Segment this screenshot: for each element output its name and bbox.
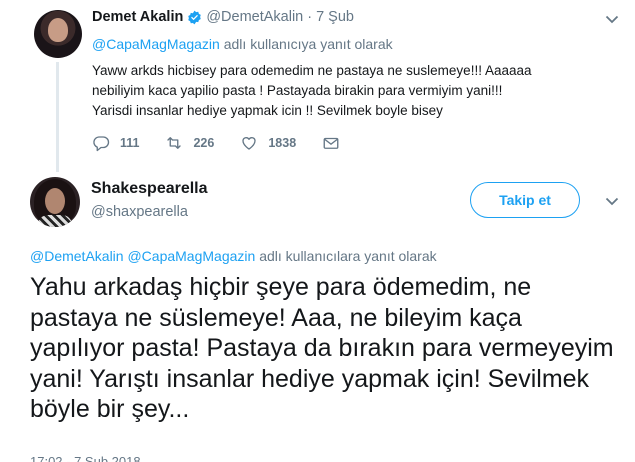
direct-message-icon	[323, 137, 339, 149]
avatar[interactable]	[34, 10, 82, 58]
reply-context-text: adlı kullanıcılara yanıt olarak	[255, 248, 437, 264]
separator-dot: ·	[307, 9, 313, 25]
retweet-button[interactable]: 226	[165, 134, 214, 152]
reply-button[interactable]: 111	[92, 134, 139, 152]
reply-mention-link[interactable]: @CapaMagMagazin	[127, 248, 255, 264]
tweet-text: Yaww arkds hicbisey para odemedim ne pas…	[92, 63, 532, 118]
author-display-name[interactable]: Shakespearella	[91, 180, 208, 198]
parent-tweet-header: Demet Akalin @DemetAkalin · 7 Şub	[92, 9, 354, 25]
tweet-date[interactable]: 7 Şub	[316, 9, 354, 25]
reply-context: @CapaMagMagazin adlı kullanıcıya yanıt o…	[92, 36, 393, 52]
tweet-actions: 111 226 1838	[92, 134, 366, 152]
direct-message-button[interactable]	[322, 134, 340, 152]
reply-mention-link[interactable]: @CapaMagMagazin	[92, 36, 220, 52]
author-handle[interactable]: @shaxpearella	[91, 204, 188, 220]
reply-context-text: adlı kullanıcıya yanıt olarak	[219, 36, 393, 52]
verified-badge-icon	[187, 10, 202, 25]
parent-tweet[interactable]: Demet Akalin @DemetAkalin · 7 Şub @CapaM…	[0, 0, 635, 172]
like-button[interactable]: 1838	[240, 134, 296, 152]
tweet-text: Yahu arkadaş hiçbir şeye para ödemedim, …	[30, 273, 614, 423]
avatar[interactable]	[30, 177, 80, 227]
chevron-down-icon[interactable]	[605, 14, 619, 24]
author-handle[interactable]: @DemetAkalin	[206, 9, 303, 25]
like-icon	[242, 137, 257, 150]
like-count: 1838	[268, 136, 297, 150]
thread-connector-line	[56, 62, 59, 172]
avatar-face	[45, 188, 65, 214]
follow-button[interactable]: Takip et	[470, 182, 580, 218]
reply-icon	[93, 136, 110, 152]
chevron-down-icon[interactable]	[605, 196, 619, 206]
avatar-shirt	[38, 215, 72, 227]
retweet-count: 226	[193, 136, 215, 150]
reply-count: 111	[120, 136, 140, 150]
tweet-timestamp[interactable]: 17:02 - 7 Şub 2018	[30, 454, 141, 462]
author-display-name[interactable]: Demet Akalin	[92, 9, 183, 25]
reply-mention-link[interactable]: @DemetAkalin	[30, 248, 124, 264]
retweet-icon	[167, 137, 182, 149]
reply-context: @DemetAkalin @CapaMagMagazin adlı kullan…	[30, 248, 437, 264]
